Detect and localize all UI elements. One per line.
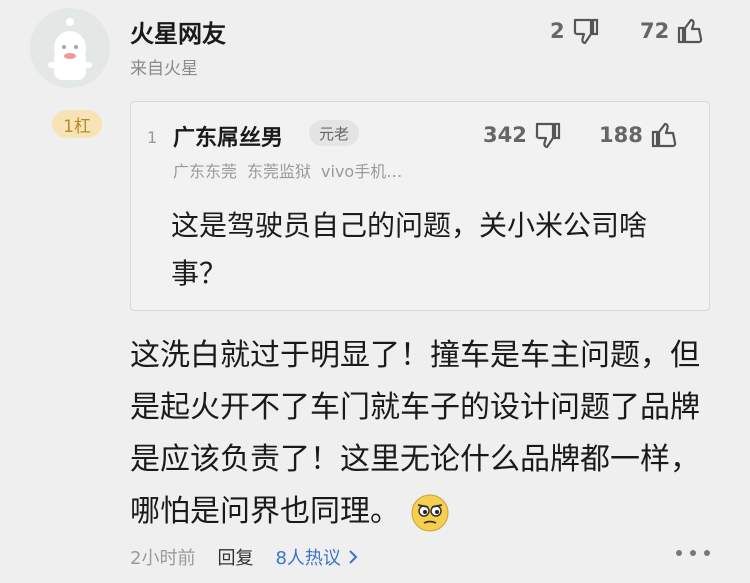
user-source: 来自火星 bbox=[130, 59, 198, 79]
reply-button[interactable]: 回复 bbox=[217, 544, 253, 570]
like-button[interactable]: 72 bbox=[640, 16, 705, 46]
emoji-icon bbox=[411, 494, 449, 531]
quote-text: 这是驾驶员自己的问题，关小米公司啥事？ bbox=[171, 209, 648, 290]
username[interactable]: 火星网友 bbox=[130, 14, 226, 49]
comment-footer: 2小时前 回复 8人热议 bbox=[130, 544, 359, 570]
thumb-up-icon bbox=[678, 18, 703, 44]
quote-location: 广东东莞 bbox=[173, 162, 238, 181]
thumb-up-icon bbox=[651, 122, 677, 148]
quote-like-count: 188 bbox=[599, 123, 643, 147]
avatar-ghost-icon bbox=[48, 18, 92, 80]
thumb-down-icon bbox=[573, 18, 598, 45]
quote-dislike-count: 342 bbox=[483, 123, 527, 147]
quote-dislike-button[interactable]: 342 bbox=[483, 120, 563, 150]
quote-device: vivo手机… bbox=[321, 162, 403, 181]
quoted-comment[interactable]: 1 广东屌丝男 元老 342 188 广东东莞 东莞监狱 vivo手机… 这是驾… bbox=[130, 101, 710, 311]
hot-discussion-link[interactable]: 8人热议 bbox=[275, 544, 358, 570]
quote-index: 1 bbox=[147, 128, 158, 147]
avatar[interactable] bbox=[30, 8, 110, 88]
comment-text: 这洗白就过于明显了！撞车是车主问题，但是起火开不了车门就车子的设计问题了品牌是应… bbox=[130, 330, 720, 538]
quote-meta: 广东东莞 东莞监狱 vivo手机… bbox=[173, 158, 402, 182]
floor-badge: 1杠 bbox=[52, 110, 102, 138]
hot-discussion-label: 8人热议 bbox=[275, 548, 341, 569]
quote-group: 东莞监狱 bbox=[247, 162, 312, 181]
like-count: 72 bbox=[640, 19, 670, 43]
dislike-count: 2 bbox=[550, 19, 565, 43]
quote-username[interactable]: 广东屌丝男 bbox=[173, 120, 283, 152]
quote-rank-badge: 元老 bbox=[309, 120, 360, 146]
chevron-right-icon bbox=[349, 550, 358, 564]
more-icon[interactable] bbox=[676, 550, 710, 556]
quote-like-button[interactable]: 188 bbox=[599, 120, 679, 150]
dislike-button[interactable]: 2 bbox=[550, 16, 601, 46]
thumb-down-icon bbox=[535, 122, 560, 149]
comment-time: 2小时前 bbox=[130, 548, 196, 569]
